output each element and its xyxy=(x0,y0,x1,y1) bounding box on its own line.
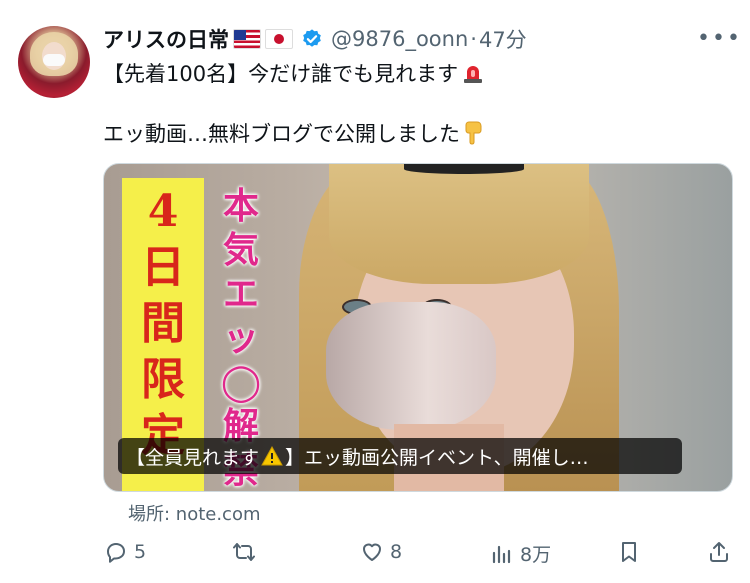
retweet-icon xyxy=(233,543,255,561)
like-icon xyxy=(363,543,381,561)
card-source[interactable]: 場所: note.com xyxy=(128,500,261,526)
tweet-header: アリスの日常 @9876_oonn · 47分 xyxy=(103,22,527,56)
tweet-text-line-2: エッ動画…無料ブログで公開しました xyxy=(103,118,484,148)
warning-icon xyxy=(261,445,283,466)
card-image-headband xyxy=(404,164,524,174)
bookmark-button[interactable] xyxy=(617,540,641,564)
tweet-text-1: 【先着100名】今だけ誰でも見れます xyxy=(103,62,459,86)
verified-badge-icon xyxy=(301,28,323,50)
pointing-down-icon xyxy=(464,121,484,145)
reply-icon xyxy=(107,543,125,563)
like-count: 8 xyxy=(390,541,403,563)
avatar-mask xyxy=(43,54,65,66)
views-button[interactable]: 8万 xyxy=(490,540,551,567)
reply-count: 5 xyxy=(134,541,147,563)
card-vertical-text-left: 4日間限定 xyxy=(141,186,185,461)
avatar[interactable] xyxy=(18,26,90,98)
card-caption[interactable]: 【全員見れます 】エッ動画公開イベント、開催し… xyxy=(118,438,682,474)
display-name[interactable]: アリスの日常 xyxy=(103,24,229,54)
reply-button[interactable]: 5 xyxy=(104,540,146,564)
jp-flag-icon xyxy=(265,29,293,49)
share-icon xyxy=(710,542,728,562)
user-handle[interactable]: @9876_oonn xyxy=(331,27,468,51)
action-bar: 5 8 8万 xyxy=(0,540,750,570)
retweet-button[interactable] xyxy=(232,540,262,564)
views-icon xyxy=(492,545,511,563)
card-caption-prefix: 【全員見れます xyxy=(126,446,260,469)
card-image-mask xyxy=(326,302,496,430)
siren-icon xyxy=(462,62,484,84)
bookmark-icon xyxy=(622,542,636,562)
card-image-bangs xyxy=(329,164,589,284)
tweet-text-line-1: 【先着100名】今だけ誰でも見れます xyxy=(103,58,484,88)
card-caption-suffix: 】エッ動画公開イベント、開催し… xyxy=(285,446,589,469)
us-flag-icon xyxy=(233,29,261,49)
share-button[interactable] xyxy=(707,540,731,564)
separator-dot: · xyxy=(470,27,477,51)
view-count: 8万 xyxy=(520,544,552,566)
more-options-icon[interactable]: ••• xyxy=(697,26,742,51)
timestamp[interactable]: 47分 xyxy=(479,24,527,54)
tweet-text-2: エッ動画…無料ブログで公開しました xyxy=(103,122,460,146)
like-button[interactable]: 8 xyxy=(360,540,402,564)
